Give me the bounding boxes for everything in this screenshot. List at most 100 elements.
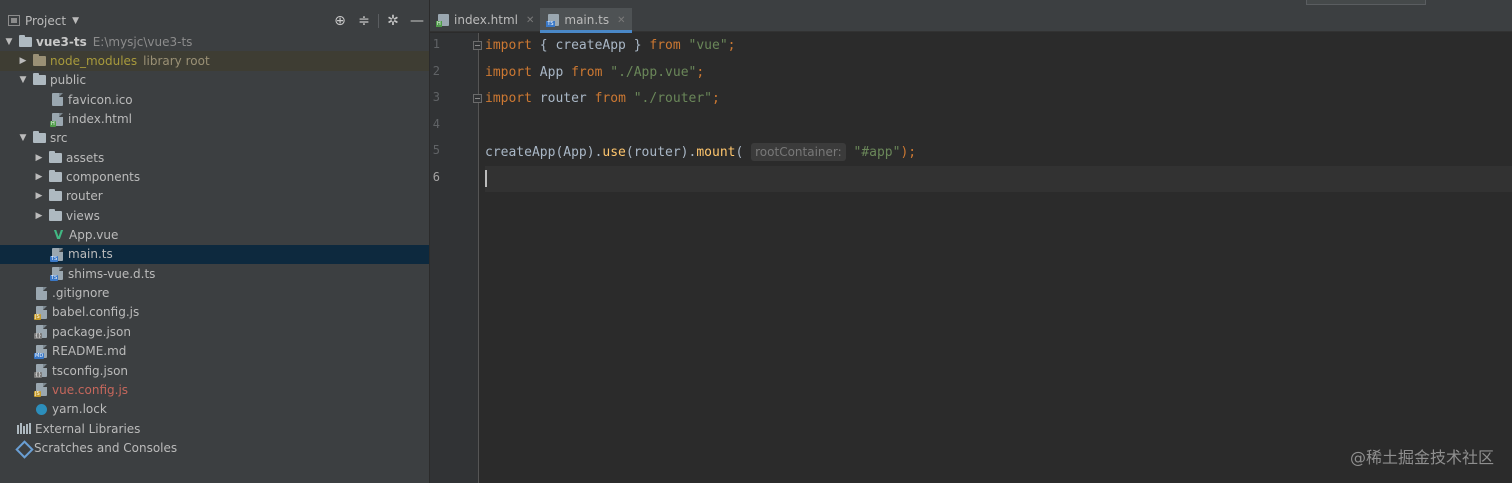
toolbar-divider — [378, 13, 379, 28]
collapse-all-icon[interactable]: ≑ — [352, 13, 376, 29]
folder-icon — [33, 131, 46, 144]
top-toolbar-strip — [430, 0, 1512, 8]
expanded-arrow-icon[interactable]: ▼ — [4, 37, 14, 47]
line-number: 4 — [432, 117, 440, 131]
tree-item-label: components — [66, 170, 141, 185]
tab-label: index.html — [454, 13, 518, 27]
tree-item-label: yarn.lock — [52, 402, 107, 417]
json-file-icon: {} — [34, 364, 47, 379]
line-number-gutter: 1 2 3 4 5 6 — [430, 33, 482, 483]
tree-item-shims[interactable]: TS shims-vue.d.ts — [0, 264, 429, 283]
tree-item-label: External Libraries — [35, 421, 141, 436]
tree-item-label: router — [66, 189, 103, 204]
collapsed-arrow-icon[interactable]: ▶ — [34, 211, 44, 221]
tree-item-label: package.json — [52, 324, 132, 339]
tree-item-views[interactable]: ▶ views — [0, 206, 429, 225]
tree-item-babel-config[interactable]: JS babel.config.js — [0, 303, 429, 322]
markdown-file-icon: MD — [34, 344, 47, 359]
tree-item-package-json[interactable]: {} package.json — [0, 322, 429, 341]
tree-item-main-ts[interactable]: TS main.ts — [0, 244, 429, 265]
folder-icon — [19, 34, 32, 47]
js-file-icon: JS — [34, 305, 47, 320]
tree-item-src[interactable]: ▼ src — [0, 129, 429, 148]
tab-main-ts[interactable]: TS main.ts ✕ — [540, 8, 632, 33]
tree-item-app-vue[interactable]: V App.vue — [0, 225, 429, 244]
project-icon — [8, 15, 20, 26]
minimize-icon[interactable]: — — [405, 13, 429, 29]
tree-item-components[interactable]: ▶ components — [0, 167, 429, 186]
tree-item-scratches[interactable]: Scratches and Consoles — [0, 438, 429, 457]
tree-item-root[interactable]: ▼ vue3-ts E:\mysjc\vue3-ts — [0, 32, 429, 51]
editor-area: H index.html ✕ TS main.ts ✕ 1 2 3 4 5 6 … — [430, 0, 1512, 483]
code-editor[interactable]: import { createApp } from "vue"; import … — [485, 33, 1512, 483]
tab-label: main.ts — [564, 13, 610, 27]
tree-item-readme[interactable]: MD README.md — [0, 342, 429, 361]
tree-item-node-modules[interactable]: ▶ node_modules library root — [0, 51, 429, 71]
tree-item-label: README.md — [52, 344, 127, 359]
close-icon[interactable]: ✕ — [617, 15, 625, 26]
tree-item-assets[interactable]: ▶ assets — [0, 148, 429, 167]
tree-item-label: src — [50, 131, 68, 146]
ts-file-icon: TS — [546, 14, 560, 27]
collapsed-arrow-icon[interactable]: ▶ — [34, 172, 44, 182]
tree-item-note: library root — [143, 54, 210, 69]
tree-item-label: babel.config.js — [52, 305, 140, 320]
code-line: createApp(App).use(router).mount( rootCo… — [485, 143, 917, 161]
project-panel-header: Project ▼ ⊕ ≑ ✲ — — [0, 8, 429, 33]
code-line-current — [485, 165, 1512, 192]
ts-file-icon: TS — [50, 247, 63, 262]
project-tree: ▼ vue3-ts E:\mysjc\vue3-ts ▶ node_module… — [0, 32, 429, 458]
run-config-dropdown[interactable] — [1306, 0, 1426, 5]
tree-item-label: tsconfig.json — [52, 363, 129, 378]
tree-item-label: favicon.ico — [68, 92, 133, 107]
tree-item-tsconfig[interactable]: {} tsconfig.json — [0, 361, 429, 380]
image-file-icon — [52, 93, 63, 107]
line-number: 1 — [432, 37, 440, 51]
tree-item-label: assets — [66, 150, 105, 165]
ts-file-icon: TS — [50, 267, 63, 282]
tree-item-favicon[interactable]: favicon.ico — [0, 90, 429, 109]
tree-item-gitignore[interactable]: .gitignore — [0, 283, 429, 302]
js-file-icon: JS — [34, 383, 47, 398]
close-icon[interactable]: ✕ — [526, 15, 534, 26]
tree-item-external-libraries[interactable]: External Libraries — [0, 419, 429, 438]
folder-icon — [49, 150, 62, 163]
tab-index-html[interactable]: H index.html ✕ — [430, 8, 540, 32]
vue-file-icon: V — [53, 228, 64, 243]
collapsed-arrow-icon[interactable]: ▶ — [18, 56, 28, 66]
chevron-down-icon: ▼ — [72, 15, 79, 26]
text-file-icon — [36, 286, 47, 300]
folder-icon — [33, 73, 46, 86]
expanded-arrow-icon[interactable]: ▼ — [18, 75, 28, 85]
gear-icon[interactable]: ✲ — [381, 13, 405, 29]
tree-item-label: index.html — [68, 112, 132, 127]
folder-icon — [49, 189, 62, 202]
tree-item-router[interactable]: ▶ router — [0, 187, 429, 206]
tree-item-public[interactable]: ▼ public — [0, 71, 429, 90]
expanded-arrow-icon[interactable]: ▼ — [18, 133, 28, 143]
collapsed-arrow-icon[interactable]: ▶ — [34, 191, 44, 201]
editor-tab-bar: H index.html ✕ TS main.ts ✕ — [430, 8, 1512, 33]
tree-item-index-html[interactable]: H index.html — [0, 109, 429, 128]
line-number: 5 — [432, 143, 440, 157]
code-line: import App from "./App.vue"; — [485, 64, 705, 80]
project-panel: Project ▼ ⊕ ≑ ✲ — ▼ vue3-ts E:\mysjc\vue… — [0, 0, 429, 483]
tree-item-label: vue3-ts — [36, 34, 87, 49]
tree-item-label: App.vue — [69, 228, 119, 243]
text-caret — [485, 169, 487, 187]
tree-item-path: E:\mysjc\vue3-ts — [92, 34, 193, 49]
watermark: @稀土掘金技术社区 — [1349, 448, 1494, 467]
fold-marker-icon[interactable] — [473, 41, 482, 50]
crosshair-icon[interactable]: ⊕ — [328, 13, 352, 29]
folder-icon — [33, 54, 46, 67]
tree-item-vue-config[interactable]: JS vue.config.js — [0, 380, 429, 399]
tree-item-yarn-lock[interactable]: yarn.lock — [0, 400, 429, 419]
libraries-icon — [17, 423, 31, 435]
project-view-selector[interactable]: Project ▼ — [8, 14, 79, 28]
project-panel-title: Project — [25, 13, 67, 28]
collapsed-arrow-icon[interactable]: ▶ — [34, 153, 44, 163]
fold-marker-icon[interactable] — [473, 94, 482, 103]
html-file-icon: H — [50, 112, 63, 127]
parameter-hint: rootContainer: — [751, 143, 846, 161]
json-file-icon: {} — [34, 325, 47, 340]
